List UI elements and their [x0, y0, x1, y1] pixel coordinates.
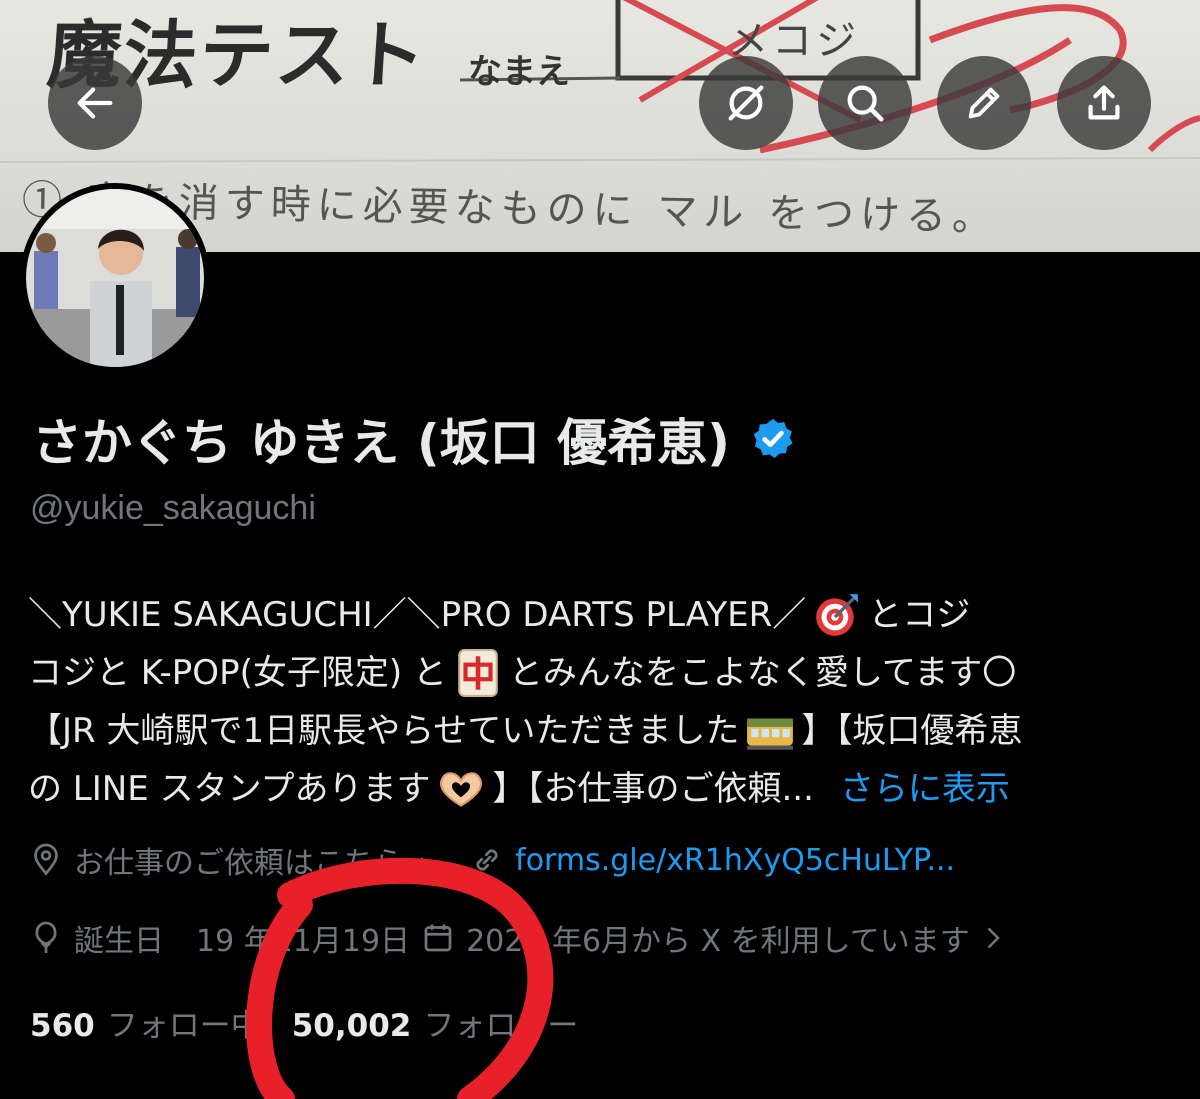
- share-icon: [1088, 85, 1120, 120]
- bio-line-3: 【JR 大崎駅で1日駅長やらせていただきました 】【坂口優希恵: [28, 702, 1188, 760]
- followers-link[interactable]: 50,002 フォロワー: [292, 1000, 579, 1045]
- joined-date: 2020 年6月から X を利用しています: [466, 924, 970, 959]
- share-button[interactable]: [1057, 56, 1151, 150]
- bio: ＼YUKIE SAKAGUCHI／＼PRO DARTS PLAYER／ とコジ …: [28, 586, 1188, 818]
- bio-text: ＼YUKIE SAKAGUCHI／＼PRO DARTS PLAYER／: [28, 595, 807, 635]
- followers-count: 50,002: [291, 1008, 412, 1044]
- location-text: お仕事のご依頼はこちら→: [74, 846, 430, 881]
- following-link[interactable]: 560 フォロー中: [30, 1000, 262, 1045]
- bio-text: とコジ: [868, 595, 971, 635]
- bio-line-2: コジと K-POP(女子限定) と とみんなをこよなく愛してます〇: [28, 644, 1188, 702]
- birthday-label: 誕生日: [74, 924, 164, 959]
- birthday-value: 19 年11月19日: [196, 924, 411, 959]
- bio-line-1: ＼YUKIE SAKAGUCHI／＼PRO DARTS PLAYER／ とコジ: [28, 586, 1188, 644]
- link-icon: [476, 849, 498, 871]
- avatar-photo: [26, 189, 204, 367]
- search-icon: [847, 85, 884, 122]
- bio-text: 【JR 大崎駅で1日駅長やらせていただきました: [28, 711, 740, 751]
- following-label: フォロー中: [106, 1008, 262, 1044]
- chevron-right-icon[interactable]: [978, 923, 1008, 953]
- profile-name-row: さかぐち ゆきえ (坂口 優希恵): [32, 404, 796, 474]
- display-name: さかぐち ゆきえ (坂口 優希恵): [32, 414, 730, 472]
- edit-button[interactable]: [937, 56, 1031, 150]
- grok-icon: [728, 85, 764, 121]
- grok-button[interactable]: [699, 56, 793, 150]
- mahjong-tile-icon: [458, 649, 498, 697]
- show-more-link[interactable]: さらに表示: [840, 760, 1010, 818]
- bio-text: の LINE スタンプあります: [28, 769, 431, 809]
- bio-text: コジと K-POP(女子限定) と: [28, 653, 447, 693]
- verified-badge-icon[interactable]: [750, 416, 796, 462]
- followers-label: フォロワー: [423, 1008, 579, 1044]
- location-link-row: お仕事のご依頼はこちら→ forms.gle/xR1hXyQ5cHuLYP...: [28, 838, 955, 882]
- calendar-icon: [424, 924, 452, 952]
- bio-line-4: の LINE スタンプあります 】【お仕事のご依頼... さらに表示: [28, 760, 1188, 818]
- handle: @yukie_sakaguchi: [30, 489, 316, 527]
- bio-text: 】【お仕事のご依頼...: [492, 769, 814, 809]
- back-button[interactable]: [48, 56, 142, 150]
- pencil-icon: [968, 87, 1000, 119]
- bio-text: 】【坂口優希恵: [801, 711, 1023, 751]
- birthday-joined-row: 誕生日 19 年11月19日 2020 年6月から X を利用しています: [28, 916, 1018, 960]
- arrow-left-icon: [77, 87, 113, 119]
- location-pin-icon: [34, 843, 58, 876]
- dart-target-icon: [816, 594, 859, 636]
- tram-car-icon: [747, 718, 794, 750]
- search-button[interactable]: [818, 56, 912, 150]
- banner-name-label: なまえ: [468, 52, 570, 92]
- balloon-icon: [35, 921, 57, 953]
- profile-website-link[interactable]: forms.gle/xR1hXyQ5cHuLYP...: [515, 843, 955, 878]
- following-count: 560: [30, 1008, 95, 1044]
- bio-text: とみんなをこよなく愛してます〇: [508, 653, 1017, 693]
- avatar[interactable]: [20, 183, 210, 373]
- follow-counts: 560 フォロー中 50,002 フォロワー: [30, 1000, 578, 1045]
- heart-hands-icon: [440, 772, 483, 807]
